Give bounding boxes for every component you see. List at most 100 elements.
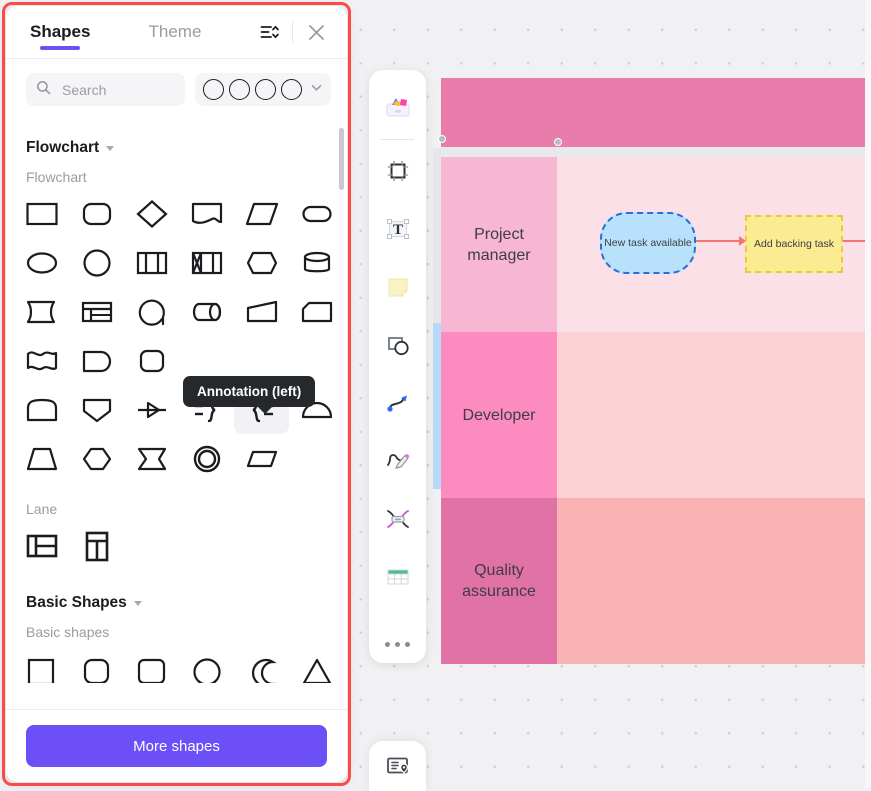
shape-tool-icon[interactable] [376, 323, 420, 367]
shape-double-circle[interactable] [179, 434, 234, 483]
lane-body-developer[interactable] [557, 332, 871, 498]
mindmap-icon[interactable] [376, 497, 420, 541]
shape-arrow-junction[interactable] [124, 385, 179, 434]
panel-header: Shapes Theme [6, 6, 347, 58]
connector-arrow[interactable] [692, 240, 740, 242]
shape-circle[interactable] [69, 238, 124, 287]
shape-row [6, 644, 347, 693]
chevron-down-icon[interactable] [106, 145, 115, 151]
shape-row [6, 521, 347, 570]
panel-scrollbar-track[interactable] [339, 128, 344, 708]
search-input[interactable] [60, 80, 175, 99]
shape-decision[interactable] [124, 189, 179, 238]
shape-display-window[interactable] [69, 287, 124, 336]
shape-predefined-process[interactable] [124, 238, 179, 287]
lane-title-developer: Developer [441, 332, 557, 498]
shape-merge-arrow[interactable] [124, 434, 179, 483]
shape-rounded-rect[interactable] [124, 644, 179, 693]
selection-handle[interactable] [438, 135, 446, 143]
lane-row-developer[interactable]: Developer [441, 332, 871, 498]
group-header-flowchart[interactable]: Flowchart [6, 121, 347, 157]
shape-card[interactable] [289, 287, 344, 336]
lane-row-quality-assurance[interactable]: Quality assurance [441, 498, 871, 664]
shape-manual-operation[interactable] [124, 287, 179, 336]
shape-horizontal-lane[interactable] [14, 521, 69, 570]
shape-row [6, 434, 347, 483]
shape-hexagon[interactable] [69, 434, 124, 483]
shape-vertical-lane[interactable] [69, 521, 124, 570]
shape-triangle[interactable] [289, 644, 344, 693]
shape-circle-basic[interactable] [179, 644, 234, 693]
shape-paper-tape[interactable] [14, 336, 69, 385]
shape-rounded-process[interactable] [69, 189, 124, 238]
table-icon[interactable] [376, 555, 420, 599]
more-tools-icon[interactable] [385, 642, 410, 647]
shapes-library-icon[interactable] [376, 84, 420, 128]
shape-row [6, 287, 347, 336]
shape-terminator[interactable] [289, 189, 344, 238]
shape-loop-limit[interactable] [124, 336, 179, 385]
shape-hexagon-preparation[interactable] [234, 238, 289, 287]
shape-parallelogram[interactable] [234, 434, 289, 483]
shape-square[interactable] [14, 644, 69, 693]
frame-icon[interactable] [376, 149, 420, 193]
search-row [6, 59, 347, 116]
chevron-down-icon[interactable] [133, 600, 142, 606]
subgroup-title-flowchart: Flowchart [26, 169, 87, 185]
sort-list-icon[interactable] [252, 15, 286, 49]
new-task-available-node[interactable]: New task available [600, 212, 696, 274]
shape-delay[interactable] [69, 336, 124, 385]
group-header-basic-shapes[interactable]: Basic Shapes [6, 570, 347, 612]
group-title-basic-shapes: Basic Shapes [26, 594, 127, 611]
panel-scrollbar-thumb[interactable] [339, 128, 344, 190]
search-box[interactable] [26, 73, 185, 106]
page-scrollbar[interactable] [865, 0, 871, 788]
tab-theme[interactable]: Theme [144, 6, 205, 58]
shape-data[interactable] [234, 189, 289, 238]
style-circle-4[interactable] [281, 79, 302, 100]
panel-footer: More shapes [6, 709, 347, 782]
tab-shapes[interactable]: Shapes [26, 6, 94, 58]
search-icon [36, 80, 51, 100]
panel-header-actions [252, 15, 333, 49]
shapes-scroll-area[interactable]: Flowchart Flowchart Lane Basic Shapes Ba… [6, 121, 347, 722]
style-circle-2[interactable] [229, 79, 250, 100]
shape-shield[interactable] [69, 385, 124, 434]
shape-off-page-connector[interactable] [14, 385, 69, 434]
shape-trapezoid[interactable] [14, 434, 69, 483]
lane-title-quality-assurance: Quality assurance [441, 498, 557, 664]
svg-text:T: T [392, 222, 402, 238]
lane-header-band[interactable] [441, 78, 871, 147]
shape-crescent[interactable] [234, 644, 289, 693]
shape-database[interactable] [289, 238, 344, 287]
shape-style-selector[interactable] [195, 73, 331, 106]
pen-icon[interactable] [376, 439, 420, 483]
shape-document[interactable] [179, 189, 234, 238]
shape-manual-input[interactable] [234, 287, 289, 336]
shape-ellipse[interactable] [14, 238, 69, 287]
shape-internal-storage[interactable] [179, 238, 234, 287]
shape-process[interactable] [14, 189, 69, 238]
style-circle-1[interactable] [203, 79, 224, 100]
lane-left-strip-1 [433, 148, 441, 323]
connector-icon[interactable] [376, 381, 420, 425]
lane-divider [441, 147, 871, 157]
more-shapes-button[interactable]: More shapes [26, 725, 327, 767]
style-circle-3[interactable] [255, 79, 276, 100]
lane-body-quality-assurance[interactable] [557, 498, 871, 664]
swimlane-diagram[interactable]: Project manager Developer Quality assura… [441, 78, 871, 664]
chevron-down-icon[interactable] [310, 81, 323, 99]
add-backing-task-node[interactable]: Add backing task [745, 215, 843, 273]
lane-left-strip-2 [433, 323, 441, 489]
shape-stored-data[interactable] [14, 287, 69, 336]
creation-toolbar[interactable]: T [369, 70, 426, 663]
selection-handle[interactable] [554, 138, 562, 146]
shape-direct-access-storage[interactable] [179, 287, 234, 336]
text-icon[interactable]: T [376, 207, 420, 251]
shape-row [6, 238, 347, 287]
close-icon[interactable] [299, 15, 333, 49]
sticky-note-icon[interactable] [376, 265, 420, 309]
subgroup-title-lane: Lane [26, 501, 58, 517]
minimap-icon[interactable] [369, 741, 426, 791]
shape-rounded-square[interactable] [69, 644, 124, 693]
